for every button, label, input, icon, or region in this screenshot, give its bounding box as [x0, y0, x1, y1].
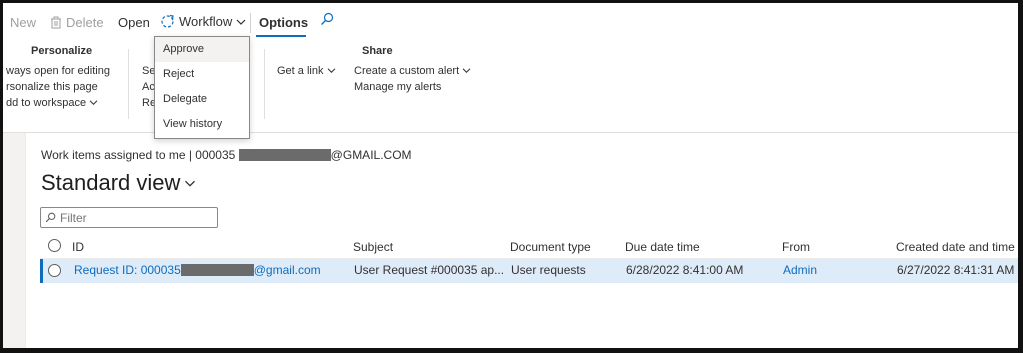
add-to-workspace-label: dd to workspace: [6, 97, 87, 109]
chevron-down-icon: [185, 180, 196, 187]
request-id-suffix: @gmail.com: [253, 263, 321, 277]
select-all-radio[interactable]: [48, 239, 61, 252]
request-id-prefix: Request ID: 000035: [74, 263, 181, 277]
column-header-due-date-time[interactable]: Due date time: [625, 240, 700, 254]
delete-button-label: Delete: [66, 15, 104, 30]
action-toolbar: New Delete Open Workflow Options: [3, 3, 1018, 39]
ribbon-partial-item-2[interactable]: Ac: [142, 81, 155, 93]
row-select-radio[interactable]: [48, 264, 61, 277]
search-icon: [321, 12, 334, 25]
column-header-subject[interactable]: Subject: [353, 240, 393, 254]
toolbar-divider: [250, 13, 251, 33]
manage-my-alerts-button[interactable]: Manage my alerts: [354, 81, 441, 93]
personalize-heading: Personalize: [31, 45, 93, 57]
page-title: Standard view: [41, 170, 181, 195]
menu-item-view-history[interactable]: View history: [155, 112, 249, 137]
left-rail: [3, 133, 25, 348]
column-header-created-date-time[interactable]: Created date and time: [896, 240, 1015, 254]
table-row[interactable]: Request ID: 000035 @gmail.com User Reques…: [40, 259, 1018, 283]
caption-suffix: @GMAIL.COM: [330, 148, 412, 162]
row-created-date-time: 6/27/2022 8:41:31 AM: [897, 263, 1015, 277]
chevron-down-icon: [236, 19, 246, 25]
column-header-from[interactable]: From: [782, 240, 810, 254]
chevron-down-icon: [327, 68, 335, 73]
row-subject: User Request #000035 ap...: [354, 263, 505, 277]
search-button[interactable]: [320, 12, 334, 29]
grid-header: ID Subject Document type Due date time F…: [40, 236, 1018, 258]
menu-item-reject[interactable]: Reject: [155, 62, 249, 87]
workflow-button-label: Workflow: [179, 14, 233, 29]
row-from-link[interactable]: Admin: [783, 263, 817, 277]
refresh-icon: [161, 14, 174, 28]
chevron-down-icon: [89, 100, 98, 105]
add-to-workspace-item[interactable]: dd to workspace: [6, 97, 98, 109]
row-due-date-time: 6/28/2022 8:41:00 AM: [626, 263, 744, 277]
redaction-block: [180, 264, 254, 276]
workflow-button[interactable]: Workflow: [160, 14, 246, 29]
filter-box: [40, 207, 218, 228]
get-a-link-label: Get a link: [277, 65, 324, 77]
active-tab-indicator: [256, 35, 306, 37]
options-tab-label: Options: [259, 15, 309, 30]
view-selector[interactable]: Standard view: [41, 170, 196, 196]
column-header-id[interactable]: ID: [72, 240, 84, 254]
menu-item-approve[interactable]: Approve: [155, 37, 249, 62]
app-window: New Delete Open Workflow Options Persona…: [0, 0, 1023, 353]
always-open-for-editing-item[interactable]: ways open for editing: [6, 65, 110, 77]
filter-input[interactable]: [60, 210, 210, 225]
workflow-dropdown-menu: Approve Reject Delegate View history: [154, 36, 250, 139]
tab-options[interactable]: Options: [259, 15, 308, 30]
share-heading: Share: [362, 45, 393, 57]
request-id-link[interactable]: Request ID: 000035 @gmail.com: [74, 263, 321, 277]
get-a-link-button[interactable]: Get a link: [277, 65, 336, 77]
open-button-label: Open: [118, 15, 150, 30]
page-caption: Work items assigned to me | 000035 @GMAI…: [41, 148, 412, 162]
chevron-down-icon: [462, 68, 471, 73]
personalize-page-item[interactable]: rsonalize this page: [6, 81, 98, 93]
search-icon: [45, 212, 56, 223]
row-document-type: User requests: [511, 263, 586, 277]
trash-icon: [51, 16, 61, 29]
new-button-label: New: [10, 15, 37, 30]
menu-item-delegate[interactable]: Delegate: [155, 87, 249, 112]
redaction-block: [238, 149, 331, 161]
open-button[interactable]: Open: [118, 15, 150, 30]
create-custom-alert-button[interactable]: Create a custom alert: [354, 65, 471, 77]
ribbon-divider: [128, 49, 129, 119]
delete-button[interactable]: Delete: [50, 15, 104, 30]
column-header-document-type[interactable]: Document type: [510, 240, 591, 254]
caption-prefix: Work items assigned to me | 000035: [41, 148, 236, 162]
new-button[interactable]: New: [10, 15, 36, 30]
ribbon-divider: [264, 49, 265, 119]
create-custom-alert-label: Create a custom alert: [354, 65, 460, 77]
